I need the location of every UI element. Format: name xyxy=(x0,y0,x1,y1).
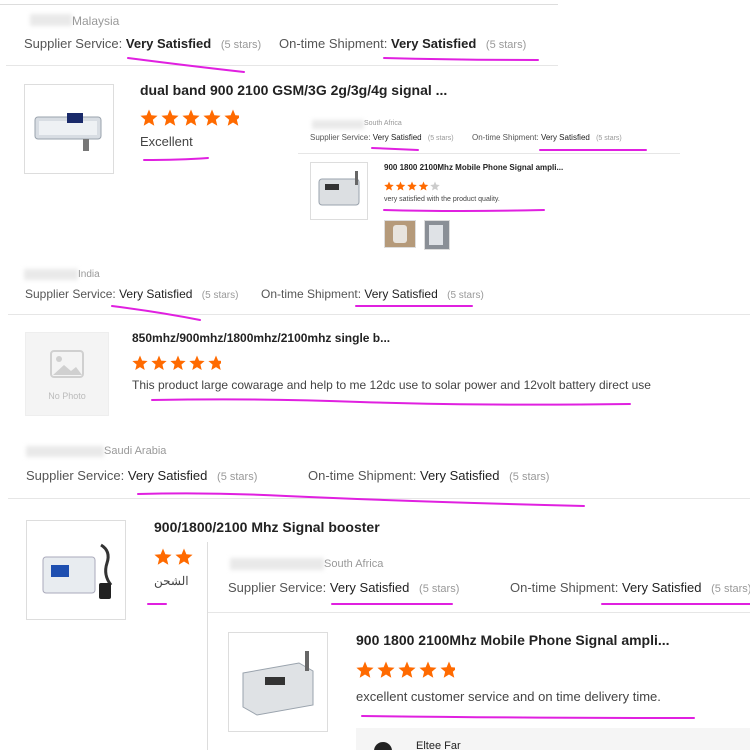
rating-stars xyxy=(140,109,239,126)
product-thumbnail[interactable] xyxy=(24,84,114,174)
product-thumbnail[interactable] xyxy=(310,162,368,220)
star-icon xyxy=(132,355,148,370)
supplier-service-stars: (5 stars) xyxy=(419,583,460,595)
shipment-label: On-time Shipment: xyxy=(261,287,362,301)
review-text: very satisfied with the product quality. xyxy=(384,196,500,203)
supplier-service-stars: (5 stars) xyxy=(201,290,239,301)
supplier-service-stars: (5 stars) xyxy=(427,135,454,142)
supplier-service-value: Very Satisfied xyxy=(329,580,410,595)
shipment-stars: (5 stars) xyxy=(711,583,750,595)
star-icon xyxy=(154,548,172,565)
reviewer-name-blurred xyxy=(30,14,72,26)
star-icon xyxy=(224,109,239,126)
review-text: الشحن xyxy=(154,574,189,588)
seller-reply-box: Eltee Far xyxy=(356,728,750,750)
star-icon xyxy=(356,661,374,678)
product-thumbnail-placeholder[interactable]: No Photo xyxy=(25,332,109,416)
reviewer-name-blurred xyxy=(312,120,364,129)
star-icon xyxy=(407,181,417,191)
star-icon xyxy=(140,109,158,126)
reviewer-name-blurred xyxy=(230,558,324,570)
star-icon xyxy=(440,661,455,678)
star-icon xyxy=(398,661,416,678)
reviewer-country: South Africa xyxy=(364,120,402,127)
star-icon xyxy=(395,181,406,191)
product-title[interactable]: 850mhz/900mhz/1800mhz/2100mhz single b..… xyxy=(132,331,390,345)
reviewer-country: Saudi Arabia xyxy=(104,445,167,457)
supplier-service-value: Very Satisfied xyxy=(127,468,208,483)
supplier-service-stars: (5 stars) xyxy=(220,39,262,51)
review-text: excellent customer service and on time d… xyxy=(356,689,661,704)
product-title[interactable]: 900 1800 2100Mhz Mobile Phone Signal amp… xyxy=(356,632,670,648)
shipment-stars: (5 stars) xyxy=(509,471,550,483)
shipment-value: Very Satisfied xyxy=(391,36,477,51)
review-photo-2[interactable] xyxy=(424,220,450,250)
shipment-label: On-time Shipment: xyxy=(279,36,388,51)
shipment-stars: (5 stars) xyxy=(485,39,527,51)
product-title[interactable]: 900/1800/2100 Mhz Signal booster xyxy=(154,519,380,535)
shipment-value: Very Satisfied xyxy=(420,468,500,483)
supplier-service-value: Very Satisfied xyxy=(125,36,212,51)
review-photo-1[interactable] xyxy=(384,220,416,248)
shipment-value: Very Satisfied xyxy=(622,580,702,595)
star-icon xyxy=(419,661,437,678)
review-card-south-africa-large: South Africa Supplier Service: Very Sati… xyxy=(207,542,750,750)
shipment-value: Very Satisfied xyxy=(540,133,590,142)
rating-stars xyxy=(384,181,440,191)
product-thumbnail[interactable] xyxy=(26,520,126,620)
star-icon xyxy=(151,355,167,370)
star-icon xyxy=(208,355,221,370)
shipment-label: On-time Shipment: xyxy=(472,133,539,142)
supplier-service-value: Very Satisfied xyxy=(372,133,422,142)
rating-stars xyxy=(356,661,455,678)
rating-stars xyxy=(154,548,193,565)
star-icon xyxy=(175,548,193,565)
supplier-service-stars: (5 stars) xyxy=(217,471,258,483)
shipment-stars: (5 stars) xyxy=(447,290,484,301)
reviewer-country: Malaysia xyxy=(72,14,120,28)
reviewer-country: South Africa xyxy=(324,558,384,570)
star-icon xyxy=(189,355,205,370)
star-icon xyxy=(377,661,395,678)
review-text: Excellent xyxy=(140,134,193,149)
supplier-service-label: Supplier Service: xyxy=(24,36,123,51)
seller-name: Eltee Far xyxy=(416,740,461,750)
shipment-stars: (5 stars) xyxy=(596,135,622,142)
reviewer-country: India xyxy=(78,269,100,280)
review-text: This product large cowarage and help to … xyxy=(132,378,651,392)
product-title[interactable]: dual band 900 2100 GSM/3G 2g/3g/4g signa… xyxy=(140,82,447,98)
review-card-india: India Supplier Service: Very Satisfied (… xyxy=(8,264,750,432)
star-icon xyxy=(182,109,200,126)
shipment-value: Very Satisfied xyxy=(364,287,438,301)
no-photo-label: No Photo xyxy=(48,391,86,401)
shipment-label: On-time Shipment: xyxy=(308,468,417,483)
seller-avatar xyxy=(374,742,392,750)
star-icon xyxy=(161,109,179,126)
reviewer-name-blurred xyxy=(26,446,104,457)
image-placeholder-icon xyxy=(50,350,84,378)
star-icon xyxy=(384,181,394,191)
star-icon xyxy=(203,109,221,126)
product-thumbnail[interactable] xyxy=(228,632,328,732)
star-icon xyxy=(430,181,440,191)
shipment-label: On-time Shipment: xyxy=(510,580,619,595)
supplier-service-label: Supplier Service: xyxy=(25,287,116,301)
star-icon xyxy=(170,355,186,370)
review-card-south-africa-small: South Africa Supplier Service: Very Sati… xyxy=(298,112,680,264)
supplier-service-label: Supplier Service: xyxy=(26,468,125,483)
product-title[interactable]: 900 1800 2100Mhz Mobile Phone Signal amp… xyxy=(384,163,563,172)
supplier-service-label: Supplier Service: xyxy=(228,580,327,595)
supplier-service-label: Supplier Service: xyxy=(310,133,371,142)
rating-stars xyxy=(132,355,221,370)
star-icon xyxy=(418,181,429,191)
supplier-service-value: Very Satisfied xyxy=(119,287,193,301)
reviewer-name-blurred xyxy=(24,269,78,280)
